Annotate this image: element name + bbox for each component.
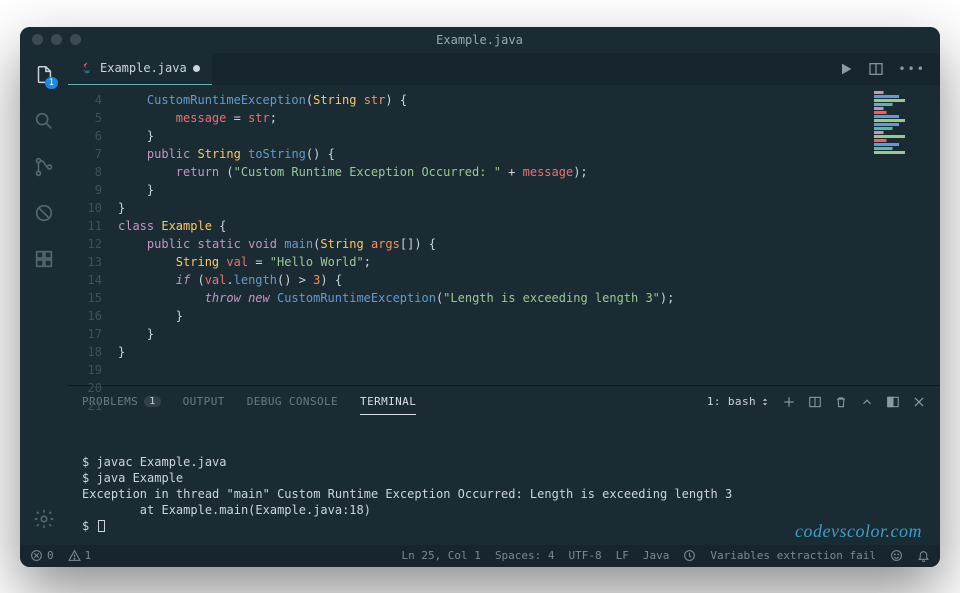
maximize-panel-icon[interactable] [886,395,900,409]
status-language[interactable]: Java [643,549,670,562]
run-icon[interactable] [838,61,854,77]
tab-label: Example.java [100,61,187,75]
app-window: Example.java 1 [20,27,940,567]
java-icon [80,61,94,75]
status-errors[interactable]: 0 [30,549,54,562]
maximize-window-icon[interactable] [70,34,81,45]
watermark: codevscolor.com [795,523,922,539]
editor[interactable]: 456789101112131415161718192021 CustomRun… [68,85,940,385]
minimize-window-icon[interactable] [51,34,62,45]
new-terminal-icon[interactable] [782,395,796,409]
line-number-gutter: 456789101112131415161718192021 [68,85,112,385]
problems-count: 1 [144,396,160,407]
tab-debug-console[interactable]: DEBUG CONSOLE [247,395,338,408]
code-area[interactable]: CustomRuntimeException(String str) { mes… [112,85,870,385]
status-eol[interactable]: LF [616,549,629,562]
split-terminal-icon[interactable] [808,395,822,409]
kill-terminal-icon[interactable] [834,395,848,409]
tab-terminal[interactable]: TERMINAL [360,395,416,415]
status-warnings[interactable]: 1 [68,549,92,562]
search-icon[interactable] [32,109,56,133]
activity-bar: 1 [20,53,68,545]
close-panel-icon[interactable] [912,395,926,409]
bottom-panel: PROBLEMS 1 OUTPUT DEBUG CONSOLE TERMINAL… [68,385,940,545]
source-control-icon[interactable] [32,155,56,179]
explorer-icon[interactable]: 1 [32,63,56,87]
status-smiley-icon[interactable] [890,549,903,562]
debug-icon[interactable] [32,201,56,225]
warning-icon [68,549,81,562]
status-encoding[interactable]: UTF-8 [569,549,602,562]
settings-gear-icon[interactable] [32,507,56,531]
error-icon [30,549,43,562]
editor-group: Example.java ••• 45678910111213141516171… [68,53,940,545]
explorer-badge: 1 [45,77,58,89]
status-spaces[interactable]: Spaces: 4 [495,549,555,562]
chevron-updown-icon [760,397,770,407]
status-feedback-icon[interactable] [683,549,696,562]
window-controls [32,34,81,45]
split-editor-icon[interactable] [868,61,884,77]
status-bell-icon[interactable] [917,549,930,562]
close-window-icon[interactable] [32,34,43,45]
more-actions-icon[interactable]: ••• [898,62,926,76]
status-bar: 0 1 Ln 25, Col 1 Spaces: 4 UTF-8 LF Java… [20,545,940,567]
status-cursor[interactable]: Ln 25, Col 1 [401,549,480,562]
extensions-icon[interactable] [32,247,56,271]
terminal-selector[interactable]: 1: bash [707,395,770,408]
title-bar: Example.java [20,27,940,53]
tab-output[interactable]: OUTPUT [183,395,225,408]
chevron-up-icon[interactable] [860,395,874,409]
dirty-indicator-icon [193,65,200,72]
tab-bar: Example.java ••• [68,53,940,85]
status-extra[interactable]: Variables extraction fail [710,549,876,562]
window-title: Example.java [81,33,878,47]
minimap[interactable] [870,85,940,385]
terminal-output[interactable]: $ javac Example.java$ java ExampleExcept… [68,418,940,545]
panel-tabs: PROBLEMS 1 OUTPUT DEBUG CONSOLE TERMINAL… [68,386,940,418]
tab-example-java[interactable]: Example.java [68,53,212,85]
